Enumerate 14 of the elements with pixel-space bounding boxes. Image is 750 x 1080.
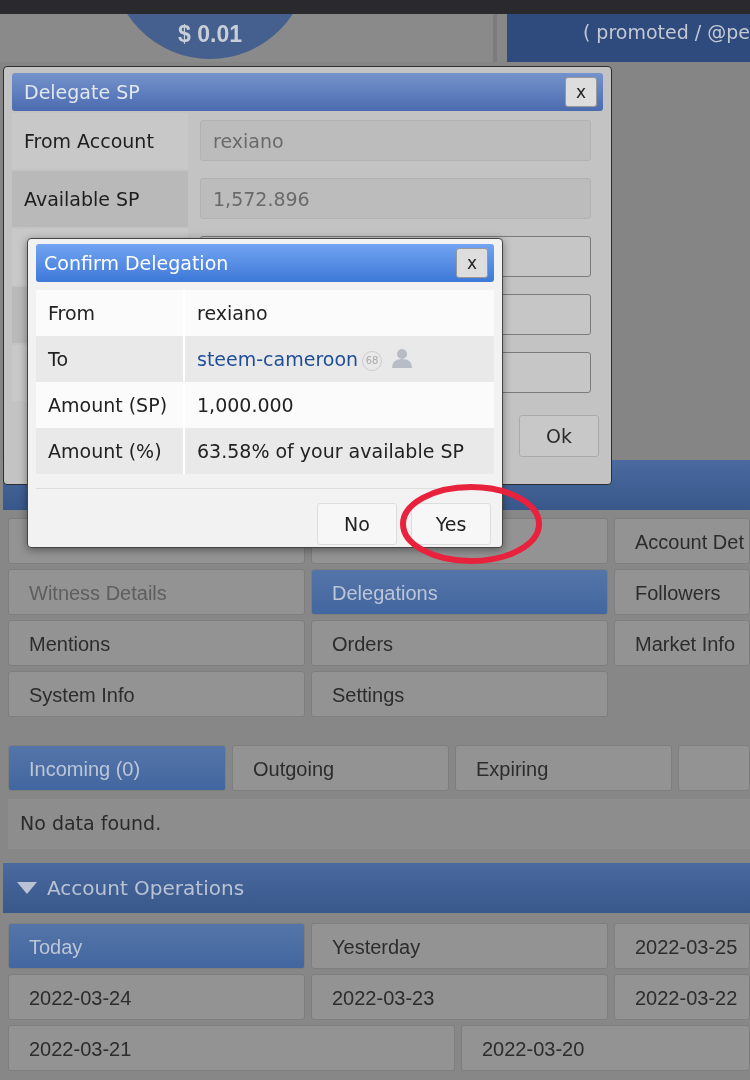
field-label: From Account	[12, 113, 188, 169]
table-cell: Amount (%)	[36, 428, 184, 474]
section-title: Account Operations	[47, 875, 245, 902]
dialog-title: Confirm Delegation	[44, 250, 229, 276]
table-cell: 63.58% of your available SP	[184, 428, 494, 474]
table-cell: rexiano	[184, 290, 494, 336]
table-cell: 1,000.000	[184, 382, 494, 428]
table-cell: Amount (SP)	[36, 382, 184, 428]
field-label: Available SP	[12, 171, 188, 227]
table-cell: From	[36, 290, 184, 336]
promo-text: ( promoted / @pe	[506, 14, 750, 62]
dialog-title: Delegate SP	[24, 79, 140, 105]
table-cell: To	[36, 336, 184, 382]
empty-message: No data found.	[8, 799, 750, 849]
